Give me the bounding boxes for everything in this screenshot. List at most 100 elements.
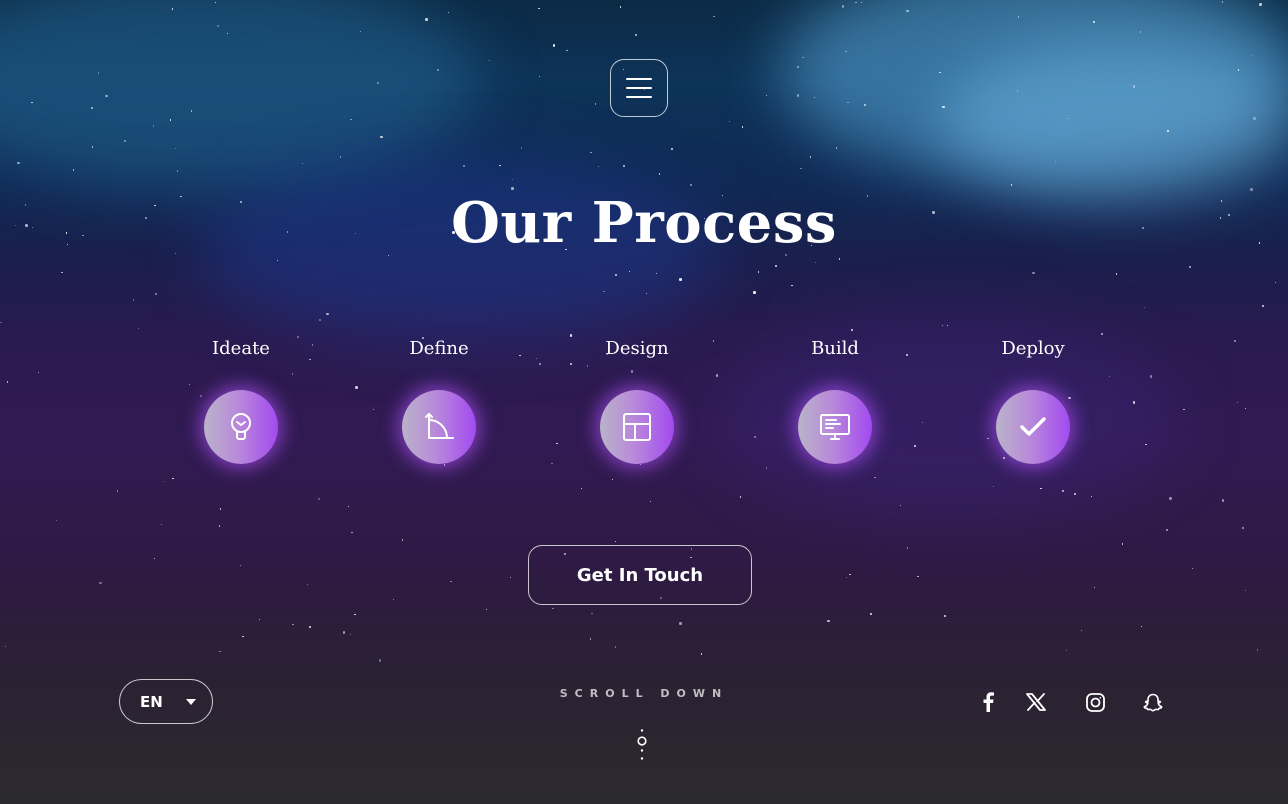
star	[728, 120, 730, 123]
x-icon	[1026, 693, 1046, 711]
star	[1259, 3, 1262, 6]
star	[124, 140, 126, 142]
star	[1237, 69, 1240, 71]
checkmark-icon	[1020, 417, 1046, 436]
star	[591, 612, 593, 615]
star	[849, 573, 851, 576]
star	[1245, 589, 1247, 592]
star	[690, 184, 692, 186]
star	[757, 271, 760, 273]
star	[635, 34, 637, 36]
star	[347, 505, 350, 508]
star	[1221, 499, 1225, 502]
star	[61, 272, 63, 274]
star	[917, 575, 919, 577]
star	[1032, 271, 1035, 275]
star	[176, 170, 179, 172]
step-define-button[interactable]	[402, 390, 476, 464]
star	[827, 619, 830, 623]
step-label: Define	[409, 338, 469, 359]
star	[538, 75, 541, 78]
star	[1261, 304, 1265, 308]
instagram-icon	[1085, 692, 1105, 712]
curve-ruler-icon	[425, 413, 454, 439]
star	[851, 329, 853, 331]
star	[31, 101, 33, 104]
star	[1165, 528, 1168, 531]
star	[614, 541, 616, 543]
step-deploy-button[interactable]	[996, 390, 1070, 464]
snapchat-link[interactable]	[1141, 690, 1165, 714]
star	[802, 56, 804, 59]
star	[860, 1, 862, 4]
star	[1067, 117, 1070, 120]
star	[1092, 20, 1096, 24]
star	[1144, 306, 1146, 309]
step-design-button[interactable]	[600, 390, 674, 464]
star	[306, 583, 309, 585]
star	[1189, 266, 1191, 268]
star	[350, 119, 352, 121]
x-link[interactable]	[1024, 690, 1048, 714]
step-ideate-button[interactable]	[204, 390, 278, 464]
star	[906, 9, 909, 13]
star	[814, 261, 817, 263]
star	[219, 650, 221, 652]
star	[425, 18, 428, 21]
star	[292, 623, 294, 625]
star	[614, 273, 618, 277]
instagram-link[interactable]	[1083, 690, 1107, 714]
star	[55, 519, 57, 522]
star	[463, 165, 465, 167]
star	[597, 165, 600, 168]
layout-icon	[623, 413, 651, 441]
star	[741, 126, 744, 128]
facebook-link[interactable]	[976, 690, 1000, 714]
star	[90, 106, 94, 110]
language-selector[interactable]: EN	[119, 679, 213, 724]
star	[765, 94, 768, 96]
star	[1167, 130, 1169, 132]
star	[595, 103, 597, 105]
star	[623, 165, 625, 167]
star	[378, 659, 382, 662]
star	[172, 477, 174, 480]
star	[326, 312, 329, 316]
star	[226, 33, 228, 35]
star	[992, 486, 995, 488]
star	[190, 110, 193, 112]
star	[1040, 488, 1042, 490]
star	[611, 478, 614, 480]
star	[589, 638, 591, 640]
star	[152, 125, 154, 127]
star	[1080, 629, 1083, 631]
star	[1132, 85, 1136, 88]
step-label: Ideate	[212, 338, 270, 359]
star	[1250, 54, 1252, 57]
star	[655, 272, 658, 275]
scroll-down-icon[interactable]	[636, 728, 648, 762]
star	[796, 65, 800, 69]
star	[1090, 495, 1093, 498]
star	[376, 81, 380, 85]
star	[753, 291, 756, 294]
star	[614, 646, 616, 648]
star	[349, 633, 352, 636]
star	[242, 635, 244, 638]
facebook-icon	[983, 692, 994, 712]
star	[1221, 1, 1224, 3]
star	[510, 577, 512, 579]
star	[1062, 490, 1064, 492]
star	[1018, 16, 1020, 18]
star	[239, 564, 242, 567]
menu-button[interactable]	[610, 59, 668, 117]
star	[392, 599, 395, 601]
star	[800, 167, 802, 170]
star	[339, 156, 341, 158]
step-build-button[interactable]	[798, 390, 872, 464]
star	[1010, 184, 1012, 186]
get-in-touch-button[interactable]: Get In Touch	[528, 545, 752, 605]
step-build: Build	[765, 338, 905, 464]
star	[740, 496, 742, 498]
star	[841, 5, 845, 8]
